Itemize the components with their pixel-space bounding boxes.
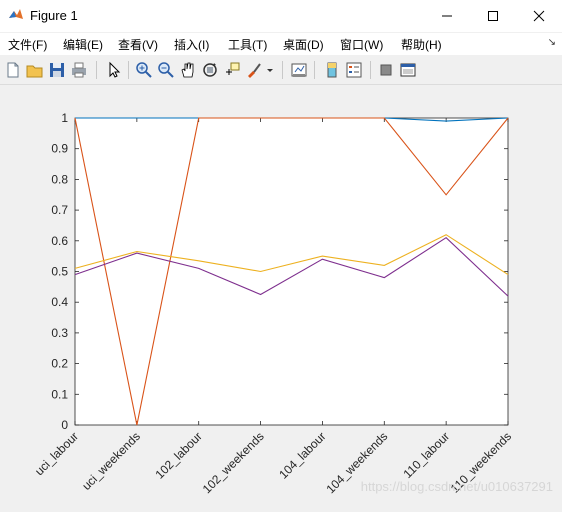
close-icon <box>533 10 545 22</box>
maximize-icon <box>488 11 498 21</box>
select-arrow-icon[interactable] <box>104 60 124 80</box>
menu-dock-arrow-icon[interactable]: ↘ <box>548 37 556 48</box>
x-tick-label: 104_labour <box>276 429 328 481</box>
save-icon[interactable] <box>47 60 67 80</box>
y-tick-label: 0.5 <box>51 265 68 279</box>
y-tick-label: 1 <box>61 111 68 125</box>
pan-icon[interactable] <box>178 60 198 80</box>
menu-tools[interactable]: 工具(T) <box>228 36 267 53</box>
menu-desktop[interactable]: 桌面(D) <box>283 36 324 53</box>
y-tick-label: 0 <box>61 418 68 432</box>
toolbar-separator <box>314 61 315 79</box>
menu-view[interactable]: 查看(V) <box>118 36 158 53</box>
show-plot-tools-icon[interactable] <box>398 60 418 80</box>
print-icon[interactable] <box>69 60 89 80</box>
zoom-out-icon[interactable] <box>156 60 176 80</box>
figure-toolbar <box>0 57 562 85</box>
x-tick-label: 102_labour <box>152 429 204 481</box>
open-icon[interactable] <box>25 60 45 80</box>
menu-edit[interactable]: 编辑(E) <box>63 36 103 53</box>
menu-insert[interactable]: 插入(I) <box>174 36 209 53</box>
toolbar-separator <box>96 61 97 79</box>
toolbar-separator <box>282 61 283 79</box>
minimize-button[interactable] <box>424 0 470 32</box>
data-cursor-icon[interactable] <box>222 60 242 80</box>
y-tick-label: 0.6 <box>51 234 68 248</box>
x-tick-label: 110_labour <box>401 429 453 481</box>
hide-plot-tools-icon[interactable] <box>376 60 396 80</box>
menu-file[interactable]: 文件(F) <box>8 36 47 53</box>
menu-window[interactable]: 窗口(W) <box>340 36 383 53</box>
y-tick-label: 0.9 <box>51 142 68 156</box>
window-title: Figure 1 <box>30 8 78 23</box>
minimize-icon <box>442 15 452 17</box>
maximize-button[interactable] <box>470 0 516 32</box>
menu-bar: 文件(F) 编辑(E) 查看(V) 插入(I) 工具(T) 桌面(D) 窗口(W… <box>0 33 562 55</box>
legend-icon[interactable] <box>344 60 364 80</box>
menu-help[interactable]: 帮助(H) <box>401 36 442 53</box>
line-chart: 0 0.1 0.2 0.3 0.4 0.5 0.6 0.7 0.8 0.9 1 uci_labour… <box>32 111 553 496</box>
x-tick-label: uci_labour <box>32 429 81 478</box>
y-tick-label: 0.3 <box>51 326 68 340</box>
zoom-in-icon[interactable] <box>134 60 154 80</box>
new-figure-icon[interactable] <box>3 60 23 80</box>
toolbar-separator <box>370 61 371 79</box>
toolbar-separator <box>128 61 129 79</box>
y-tick-label: 0.2 <box>51 357 68 371</box>
y-tick-label: 0.1 <box>51 387 68 401</box>
figure-canvas: 0 0.1 0.2 0.3 0.4 0.5 0.6 0.7 0.8 0.9 1 uci_labour… <box>0 85 562 507</box>
title-bar: Figure 1 <box>0 0 562 32</box>
brush-icon[interactable] <box>244 60 264 80</box>
y-tick-label: 0.7 <box>51 203 68 217</box>
x-tick-label: uci_weekends <box>79 429 143 493</box>
link-plot-icon[interactable] <box>289 60 309 80</box>
x-tick-label: 102_weekends <box>200 429 267 496</box>
brush-dropdown-icon[interactable] <box>264 60 276 80</box>
close-button[interactable] <box>516 0 562 32</box>
axes-box <box>74 117 509 426</box>
rotate-3d-icon[interactable] <box>200 60 220 80</box>
y-tick-label: 0.8 <box>51 172 68 186</box>
y-tick-label: 0.4 <box>51 295 68 309</box>
colorbar-icon[interactable] <box>322 60 342 80</box>
matlab-icon <box>9 9 23 19</box>
watermark-text: https://blog.csdn.net/u010637291 <box>361 479 553 494</box>
